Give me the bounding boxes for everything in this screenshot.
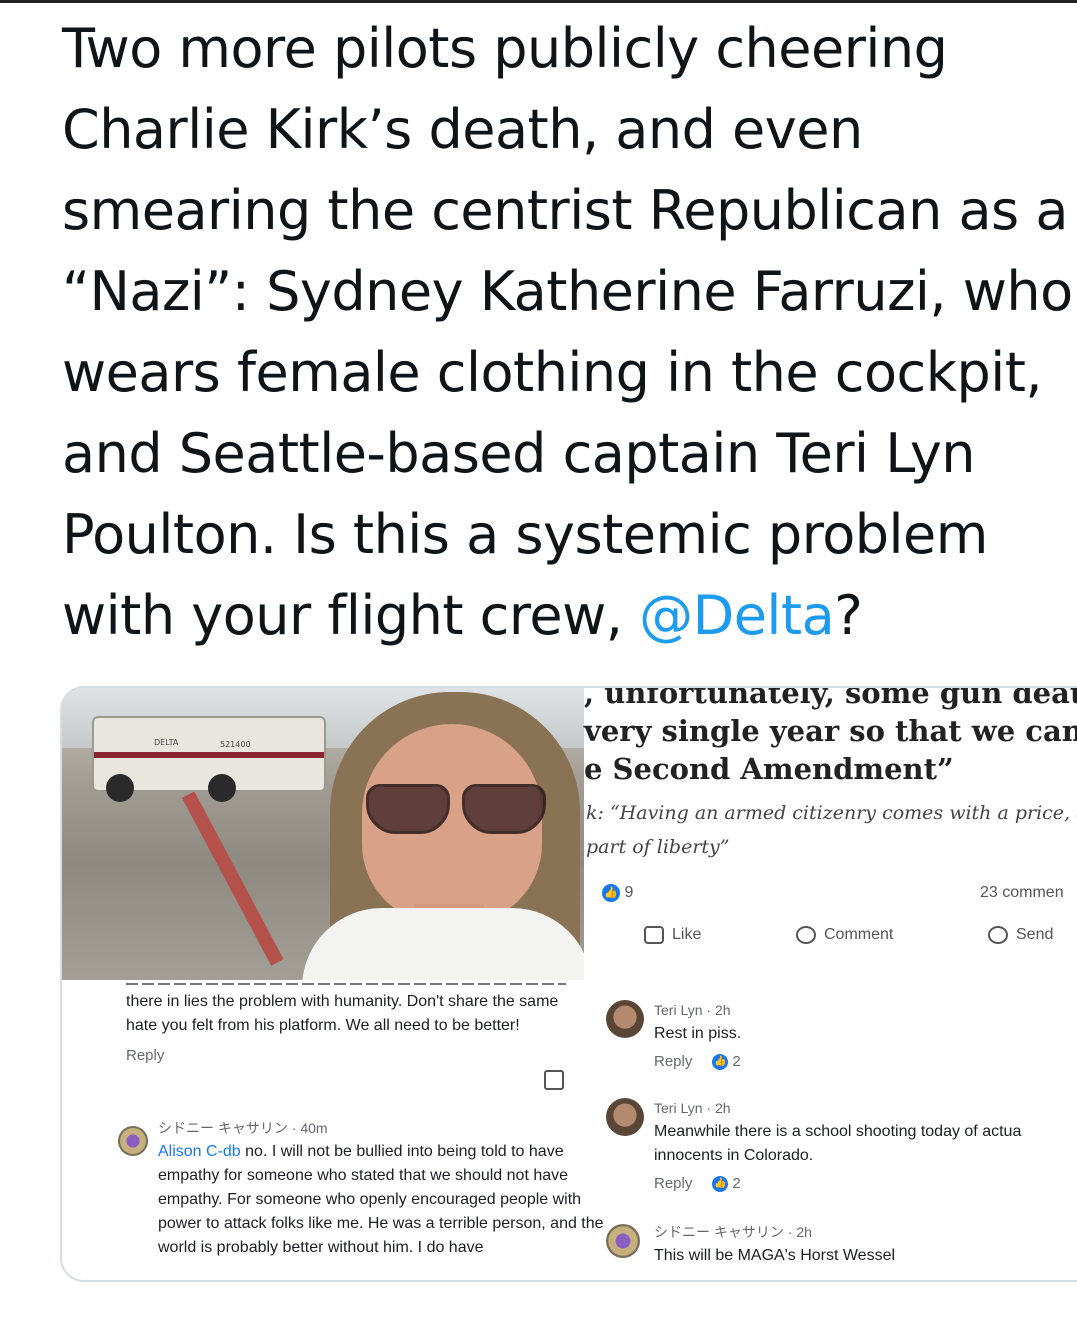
avatar[interactable] xyxy=(606,1098,644,1136)
like-reaction-icon: 👍 xyxy=(712,1176,729,1193)
mentioned-user-link[interactable]: Alison C-db xyxy=(158,1143,241,1160)
reply-link[interactable]: Reply xyxy=(126,1044,576,1068)
comment-body: シドニー キャサリン · 2h This will be MAGA's Hors… xyxy=(654,1220,1077,1268)
tarmac-line xyxy=(182,791,284,966)
article-quote: k: “Having an armed citizenry comes with… xyxy=(586,796,1077,864)
comment-button[interactable]: Comment xyxy=(796,926,893,944)
like-reaction-icon: 👍 xyxy=(602,884,620,902)
reaction-count: 2 xyxy=(732,1053,741,1070)
comment-author[interactable]: シドニー キャサリン xyxy=(158,1120,288,1136)
tweet-media-image[interactable]: DELTA 521400 , unfortunately, some gun d… xyxy=(60,686,1077,1282)
comment-time: · 2h xyxy=(706,1100,731,1116)
like-label: Like xyxy=(672,926,702,944)
thumbs-up-icon xyxy=(644,926,664,944)
tweet-line: Charlie Kirk’s death, and even xyxy=(62,98,863,161)
send-button[interactable]: Send xyxy=(988,926,1053,944)
truck-tag: DELTA xyxy=(154,738,179,747)
sunglasses xyxy=(366,784,546,834)
quote-line: part of liberty” xyxy=(586,836,730,858)
comment-body: there in lies the problem with humanity.… xyxy=(126,990,576,1068)
reaction-count: 2 xyxy=(732,1175,741,1192)
reply-link[interactable]: Reply xyxy=(654,1053,692,1070)
avatar[interactable] xyxy=(118,1126,148,1156)
tweet-end-punct: ? xyxy=(834,584,863,647)
comment-bubble-icon xyxy=(796,926,816,944)
comment-author[interactable]: Teri Lyn xyxy=(654,1002,703,1018)
like-reaction-icon: 👍 xyxy=(712,1054,729,1071)
comment-text: Meanwhile there is a school shooting tod… xyxy=(654,1123,1022,1164)
headline-line: e Second Amendment” xyxy=(584,752,954,786)
top-divider xyxy=(0,0,1077,3)
left-comment-thread: there in lies the problem with humanity.… xyxy=(62,980,604,1280)
comment-text: Rest in piss. xyxy=(654,1025,742,1042)
white-shirt xyxy=(302,908,584,980)
right-comment-thread: Teri Lyn · 2h Rest in piss. Reply 👍 2 Teri… xyxy=(584,980,1077,1280)
tweet-line: “Nazi”: Sydney Katherine Farruzi, who xyxy=(62,260,1073,323)
quote-line: k: “Having an armed citizenry comes with… xyxy=(586,802,1077,824)
truck-number: 521400 xyxy=(220,740,251,749)
avatar[interactable] xyxy=(606,1000,644,1038)
reaction-count: 9 xyxy=(624,884,634,902)
reaction-summary: 👍 9 23 commen xyxy=(602,884,1077,908)
tweet-line-text: with your flight crew, xyxy=(62,584,640,647)
reply-link[interactable]: Reply xyxy=(654,1175,692,1192)
comment-author[interactable]: シドニー キャサリン xyxy=(654,1224,784,1240)
thumbs-up-icon[interactable] xyxy=(544,1070,564,1090)
messenger-icon xyxy=(988,926,1008,944)
tweet-text: Two more pilots publicly cheering Charli… xyxy=(62,8,1077,656)
tweet-line: and Seattle-based captain Teri Lyn xyxy=(62,422,976,485)
comment-author[interactable]: Teri Lyn xyxy=(654,1100,703,1116)
cropped-text-line xyxy=(126,980,566,986)
comment-body: Teri Lyn · 2h Rest in piss. Reply 👍 2 xyxy=(654,998,1077,1074)
selfie-photo: DELTA 521400 xyxy=(62,688,584,980)
truck-wheel xyxy=(106,774,134,802)
truck-wheel xyxy=(208,774,236,802)
delta-mention-link[interactable]: @Delta xyxy=(639,584,835,647)
comment-label: Comment xyxy=(824,926,894,944)
comment-text: there in lies the problem with humanity.… xyxy=(126,993,559,1034)
tweet-line: wears female clothing in the cockpit, xyxy=(62,341,1043,404)
like-button[interactable]: Like xyxy=(644,926,701,944)
headline-line: very single year so that we can ha xyxy=(584,714,1077,748)
comment-body: シドニー キャサリン · 40m Alison C-db no. I will … xyxy=(158,1116,618,1260)
comments-count[interactable]: 23 commen xyxy=(980,884,1064,902)
comment-text: This will be MAGA's Horst Wessel xyxy=(654,1247,896,1264)
comment-time: · 40m xyxy=(291,1120,328,1136)
tweet-line: Poulton. Is this a systemic problem xyxy=(62,503,988,566)
send-label: Send xyxy=(1016,926,1054,944)
article-headline: , unfortunately, some gun deaths very si… xyxy=(584,686,1077,788)
tweet-line-last: with your flight crew, @Delta? xyxy=(62,575,1077,656)
headline-line: , unfortunately, some gun deaths xyxy=(584,686,1077,710)
tweet-line: smearing the centrist Republican as a xyxy=(62,179,1068,242)
comment-body: Teri Lyn · 2h Meanwhile there is a schoo… xyxy=(654,1096,1077,1196)
comment-time: · 2h xyxy=(706,1002,731,1018)
avatar[interactable] xyxy=(606,1224,640,1258)
facebook-post-panel: , unfortunately, some gun deaths very si… xyxy=(584,688,1077,988)
comment-time: · 2h xyxy=(787,1224,812,1240)
tweet-line: Two more pilots publicly cheering xyxy=(62,17,948,80)
